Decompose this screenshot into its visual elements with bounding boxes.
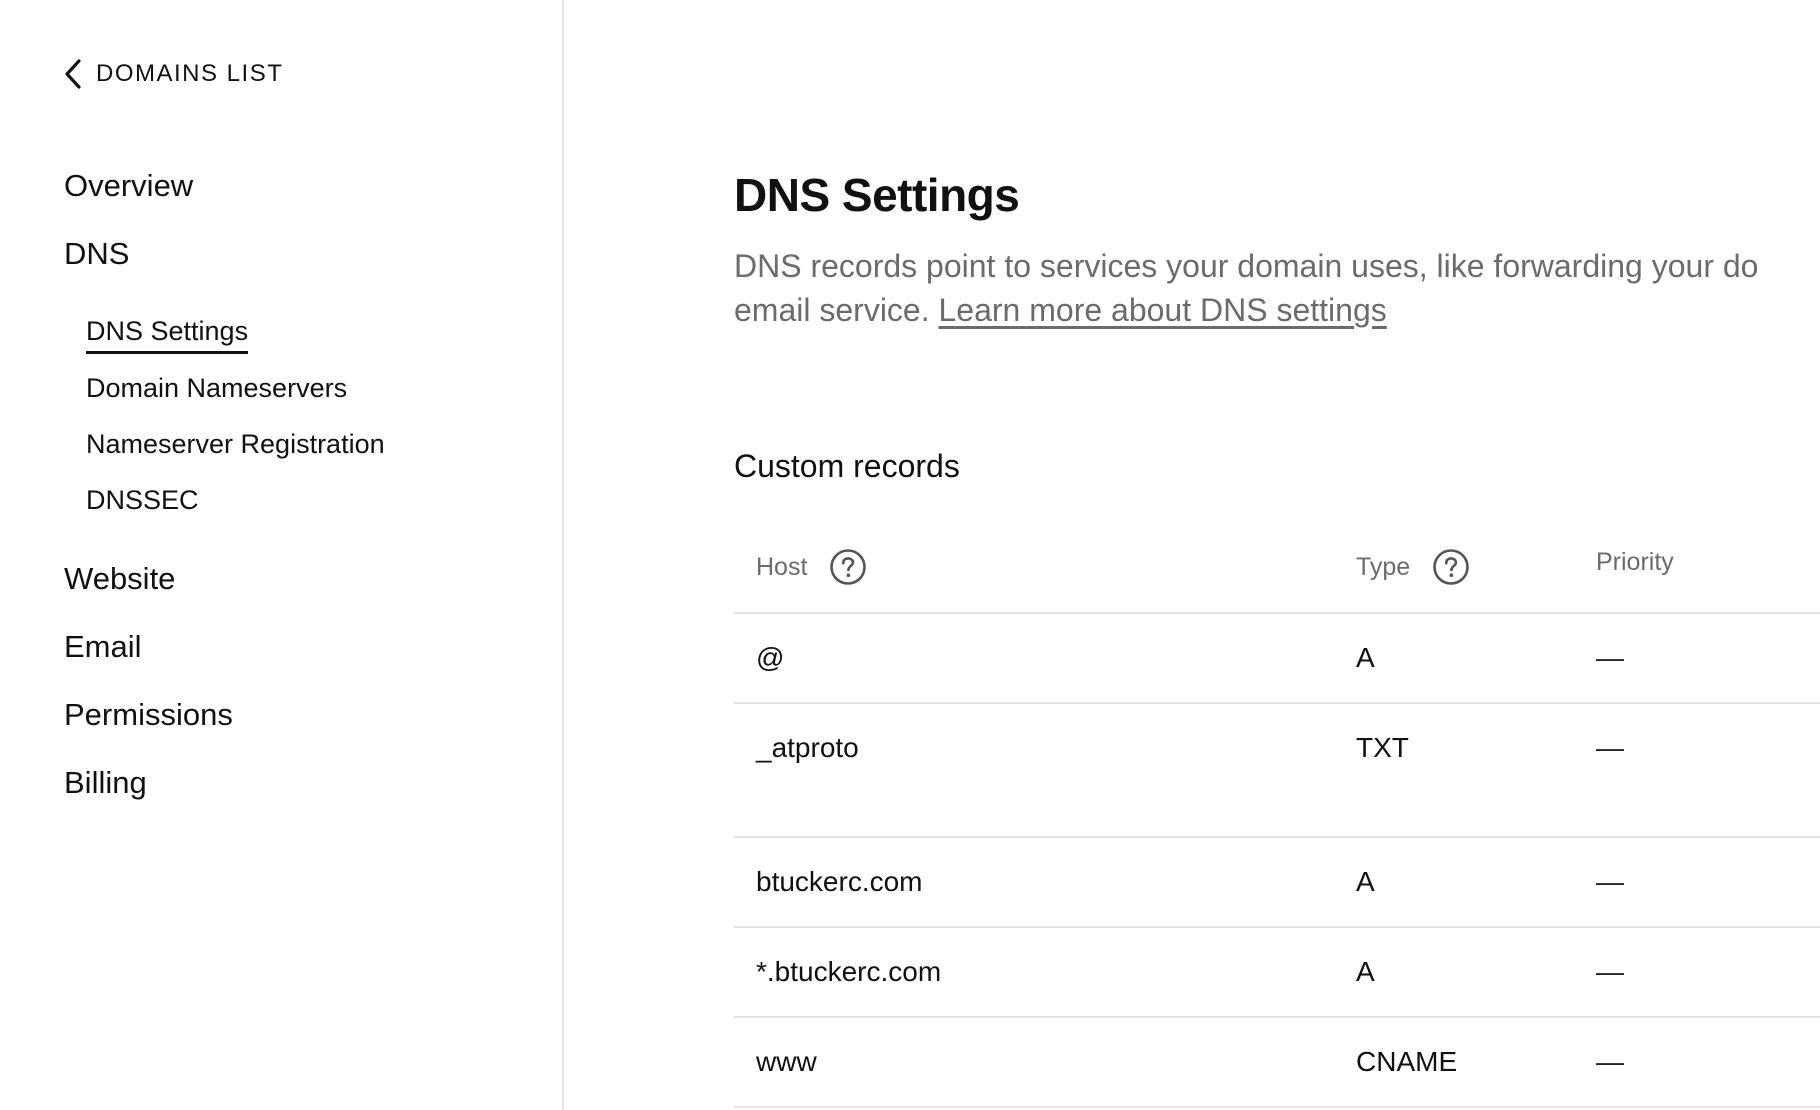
nav-item-dns[interactable]: DNS [64, 236, 129, 272]
nav-item-website[interactable]: Website [64, 561, 175, 597]
cell-priority: — [1596, 1046, 1624, 1077]
host-header-label: Host [756, 552, 808, 581]
cell-host: _atproto [756, 732, 859, 763]
table-header: Host Type Priority [734, 514, 1820, 614]
nav-subitem-dns-settings[interactable]: DNS Settings [86, 316, 249, 354]
cell-type: TXT [1356, 732, 1409, 763]
page-title: DNS Settings [734, 169, 1020, 221]
cell-priority: — [1596, 642, 1624, 673]
cell-type: CNAME [1356, 1046, 1458, 1077]
cell-host: btuckerc.com [756, 866, 923, 897]
nav-subitem-nameserver-registration[interactable]: Nameserver Registration [86, 429, 385, 460]
cell-host: www [756, 1046, 817, 1077]
column-header-priority: Priority [1596, 548, 1674, 577]
table-row[interactable]: _atproto TXT — [734, 704, 1820, 838]
cell-type: A [1356, 642, 1375, 673]
type-header-label: Type [1356, 552, 1411, 581]
custom-records-heading: Custom records [734, 448, 960, 484]
help-circle-icon[interactable] [1432, 548, 1470, 586]
table-row[interactable]: *.btuckerc.com A — [734, 928, 1820, 1018]
back-link-label: DOMAINS LIST [96, 60, 284, 87]
nav-item-email[interactable]: Email [64, 629, 142, 665]
column-header-type: Type [1356, 548, 1470, 586]
table-row[interactable]: www CNAME — [734, 1018, 1820, 1108]
cell-host: @ [756, 642, 785, 673]
main-content: DNS Settings DNS records point to servic… [566, 0, 1820, 1110]
sidebar: DOMAINS LIST Overview DNS DNS Settings D… [0, 0, 564, 1110]
chevron-left-icon [65, 59, 81, 89]
page-description: DNS records point to services your domai… [734, 244, 1820, 332]
domains-list-back-link[interactable]: DOMAINS LIST [62, 58, 283, 90]
cell-priority: — [1596, 732, 1624, 763]
nav-subitem-domain-nameservers[interactable]: Domain Nameservers [86, 373, 347, 404]
column-header-host: Host [756, 548, 867, 586]
cell-type: A [1356, 866, 1375, 897]
nav-subitem-dnssec[interactable]: DNSSEC [86, 485, 199, 516]
cell-priority: — [1596, 956, 1624, 987]
description-line-2: email service. [734, 292, 930, 328]
description-line-1: DNS records point to services your domai… [734, 248, 1759, 284]
help-circle-icon[interactable] [829, 548, 867, 586]
custom-records-table: Host Type Priority @ A — _atproto TXT — … [734, 514, 1820, 1108]
nav-item-permissions[interactable]: Permissions [64, 697, 233, 733]
cell-host: *.btuckerc.com [756, 956, 942, 987]
nav-item-overview[interactable]: Overview [64, 168, 193, 204]
cell-type: A [1356, 956, 1375, 987]
table-row[interactable]: @ A — [734, 614, 1820, 704]
table-row[interactable]: btuckerc.com A — [734, 838, 1820, 928]
priority-header-label: Priority [1596, 548, 1674, 576]
cell-priority: — [1596, 866, 1624, 897]
learn-more-dns-link[interactable]: Learn more about DNS settings [939, 292, 1387, 328]
nav-item-billing[interactable]: Billing [64, 765, 147, 801]
